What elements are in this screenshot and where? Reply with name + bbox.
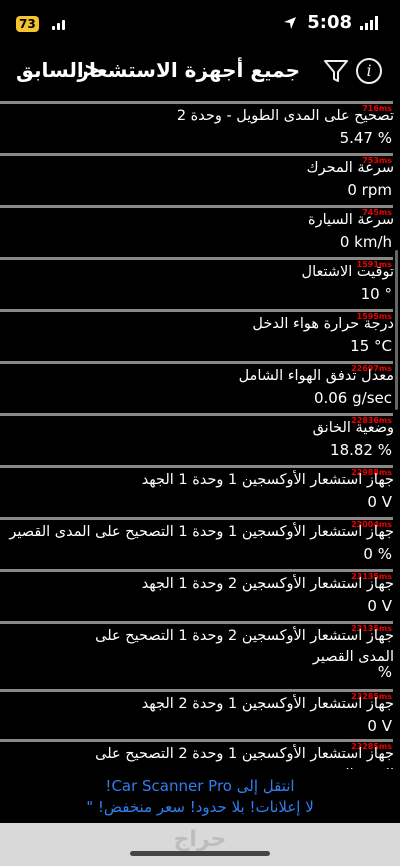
sensor-value: 0 km/h <box>339 233 392 251</box>
page-title: جميع أجهزة الاستشعار <box>77 58 300 82</box>
location-arrow-icon <box>284 17 296 29</box>
row-divider <box>0 739 393 742</box>
promo-subtext[interactable]: لا إعلانات! بلا حدود! سعر منخفض! " <box>0 798 400 816</box>
row-divider <box>0 361 393 364</box>
info-icon[interactable]: i <box>356 58 382 84</box>
scrollbar-thumb[interactable] <box>395 250 398 410</box>
sensor-label: سرعة المحرك <box>306 160 394 176</box>
promo-banner[interactable]: انتقل إلى Car Scanner Pro! لا إعلانات! ب… <box>0 769 400 823</box>
sensor-row[interactable]: 1595ms درجة حرارة هواء الدخل 15 °C <box>0 309 400 361</box>
sensor-value: 0 V <box>367 493 392 511</box>
signal-icon <box>52 16 65 30</box>
sensor-value: 10 ° <box>360 285 392 303</box>
sensor-value: 0 V <box>367 597 392 615</box>
row-divider <box>0 465 393 468</box>
sensor-label: توقيت الاشتعال <box>301 264 394 280</box>
row-divider <box>0 257 393 260</box>
row-divider <box>0 569 393 572</box>
sensor-label: جهاز استشعار الأوكسجين 1 وحدة 2 الجهد <box>141 696 394 712</box>
sensor-value: 15 °C <box>350 337 392 355</box>
back-button[interactable]: <السابق <box>16 58 101 82</box>
row-divider <box>0 205 393 208</box>
sensor-value: 0.06 g/sec <box>313 389 392 407</box>
sensor-value: 0 % <box>363 545 392 563</box>
sensor-label: جهاز استشعار الأوكسجين 1 وحدة 2 التصحيح … <box>95 746 394 769</box>
sensor-label: سرعة السيارة <box>308 212 394 228</box>
sensor-row[interactable]: 22697ms معدل تدفق الهواء الشامل 0.06 g/s… <box>0 361 400 413</box>
sensor-row[interactable]: 23004ms جهاز استشعار الأوكسجين 1 وحدة 1 … <box>0 517 400 569</box>
sensor-list[interactable]: 716ms تصحيح على المدى الطويل - وحدة 2 5.… <box>0 101 400 769</box>
sensor-row[interactable]: 716ms تصحيح على المدى الطويل - وحدة 2 5.… <box>0 101 400 153</box>
sensor-row[interactable]: 22836ms وضعية الخانق 18.82 % <box>0 413 400 465</box>
sensor-label: جهاز استشعار الأوكسجين 1 وحدة 1 الجهد <box>141 472 394 488</box>
sensor-label: جهاز استشعار الأوكسجين 1 وحدة 1 التصحيح … <box>9 524 394 540</box>
sensor-value: 18.82 % <box>330 441 392 459</box>
row-divider <box>0 309 393 312</box>
sensor-row[interactable]: 753ms سرعة المحرك 0 rpm <box>0 153 400 205</box>
sensor-label: جهاز استشعار الأوكسجين 2 وحدة 1 الجهد <box>141 576 394 592</box>
sensor-row[interactable]: 23135ms جهاز استشعار الأوكسجين 2 وحدة 1 … <box>0 621 400 689</box>
clock: 5:08 <box>307 12 352 33</box>
scrollbar[interactable] <box>395 101 399 769</box>
sensor-row[interactable]: 23135ms جهاز استشعار الأوكسجين 2 وحدة 1 … <box>0 569 400 621</box>
sensor-value: % <box>377 663 392 681</box>
sensor-row[interactable]: 22988ms جهاز استشعار الأوكسجين 1 وحدة 1 … <box>0 465 400 517</box>
home-indicator[interactable] <box>130 851 270 856</box>
status-bar: 73 5:08 <box>0 0 400 48</box>
row-divider <box>0 101 393 104</box>
haraj-logo: حراج <box>173 827 227 852</box>
sensor-value: 0 rpm <box>347 181 392 199</box>
sensor-label: تصحيح على المدى الطويل - وحدة 2 <box>176 108 394 124</box>
sensor-row[interactable]: 1591ms توقيت الاشتعال 10 ° <box>0 257 400 309</box>
sensor-row[interactable]: 745ms سرعة السيارة 0 km/h <box>0 205 400 257</box>
sensor-row[interactable]: 23285ms جهاز استشعار الأوكسجين 1 وحدة 2 … <box>0 739 400 769</box>
sensor-value: 5.47 % <box>339 129 392 147</box>
filter-icon[interactable] <box>322 57 350 85</box>
sensor-value: 0 V <box>367 717 392 735</box>
sensor-label: جهاز استشعار الأوكسجين 2 وحدة 1 التصحيح … <box>95 628 394 665</box>
sensor-label: درجة حرارة هواء الدخل <box>252 316 394 332</box>
row-divider <box>0 689 393 692</box>
sensor-label: وضعية الخانق <box>312 420 394 436</box>
promo-headline[interactable]: انتقل إلى Car Scanner Pro! <box>0 777 400 795</box>
cellular-icon <box>360 16 378 30</box>
row-divider <box>0 517 393 520</box>
row-divider <box>0 621 393 624</box>
row-divider <box>0 153 393 156</box>
sensor-row[interactable]: 23285ms جهاز استشعار الأوكسجين 1 وحدة 2 … <box>0 689 400 739</box>
battery-indicator: 73 <box>16 16 39 32</box>
sensor-label: معدل تدفق الهواء الشامل <box>238 368 394 384</box>
row-divider <box>0 413 393 416</box>
